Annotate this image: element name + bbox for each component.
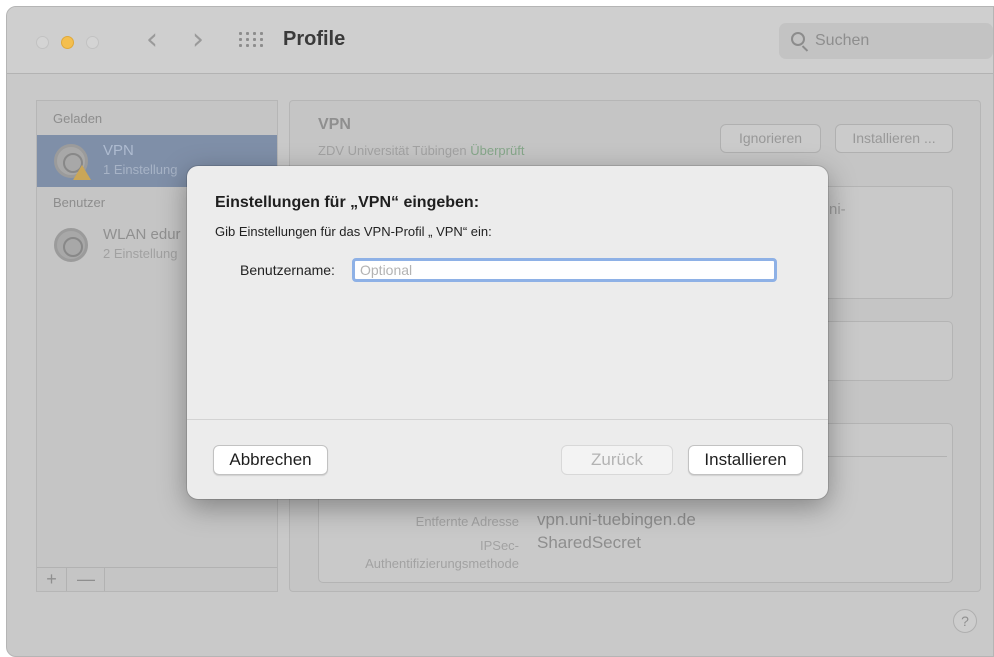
profile-name: WLAN edur <box>103 226 181 243</box>
ignore-button[interactable]: Ignorieren <box>720 124 821 153</box>
ipsec-auth-value: SharedSecret <box>537 533 641 552</box>
profile-organization: ZDV Universität Tübingen Überprüft <box>318 143 524 158</box>
forward-chevron-icon[interactable]: › <box>185 25 211 56</box>
install-profile-button[interactable]: Installieren ... <box>835 124 953 153</box>
show-all-grid-icon[interactable] <box>239 31 263 51</box>
ipsec-auth-label: IPSec-Authentifizierungsmethode <box>365 538 519 571</box>
gear-icon <box>54 228 88 262</box>
warning-icon <box>73 165 91 180</box>
install-button[interactable]: Installieren <box>688 445 803 475</box>
profile-subtitle: 1 Einstellung <box>103 162 178 177</box>
search-placeholder: Suchen <box>815 32 870 49</box>
toolbar: ‹ › Profile Suchen <box>7 7 993 74</box>
username-label: Benutzername: <box>240 262 335 278</box>
verified-badge: Überprüft <box>470 143 525 158</box>
divider <box>819 456 947 457</box>
username-input[interactable] <box>352 258 777 282</box>
help-button[interactable]: ? <box>953 609 977 633</box>
dialog-description: Gib Einstellungen für das VPN-Profil „ V… <box>215 224 492 239</box>
search-field[interactable]: Suchen <box>779 23 993 59</box>
remote-address-label: Entfernte Adresse <box>415 514 519 529</box>
zoom-window-button[interactable] <box>86 36 99 49</box>
add-profile-button[interactable]: + <box>37 568 67 591</box>
back-button[interactable]: Zurück <box>561 445 673 475</box>
window-title: Profile <box>283 28 346 50</box>
minimize-window-button[interactable] <box>61 36 74 49</box>
dialog-divider <box>187 419 828 420</box>
organization-name: ZDV Universität Tübingen <box>318 143 467 158</box>
section-header-loaded: Geladen <box>53 111 103 126</box>
sidebar-footer: + — <box>37 567 277 591</box>
section-header-user: Benutzer <box>53 195 106 210</box>
search-icon <box>791 32 805 46</box>
cancel-button[interactable]: Abbrechen <box>213 445 328 475</box>
remote-address-value: vpn.uni-tuebingen.de <box>537 510 696 529</box>
dialog-title: Einstellungen für „VPN“ eingeben: <box>215 194 480 211</box>
vpn-settings-dialog: Einstellungen für „VPN“ eingeben: Gib Ei… <box>187 166 828 499</box>
profile-title: VPN <box>318 116 351 133</box>
profile-name: VPN <box>103 142 134 159</box>
truncated-text: ni- <box>829 201 846 218</box>
back-chevron-icon[interactable]: ‹ <box>139 25 165 56</box>
remove-profile-button[interactable]: — <box>68 568 105 591</box>
close-window-button[interactable] <box>36 36 49 49</box>
profile-subtitle: 2 Einstellung <box>103 246 178 261</box>
